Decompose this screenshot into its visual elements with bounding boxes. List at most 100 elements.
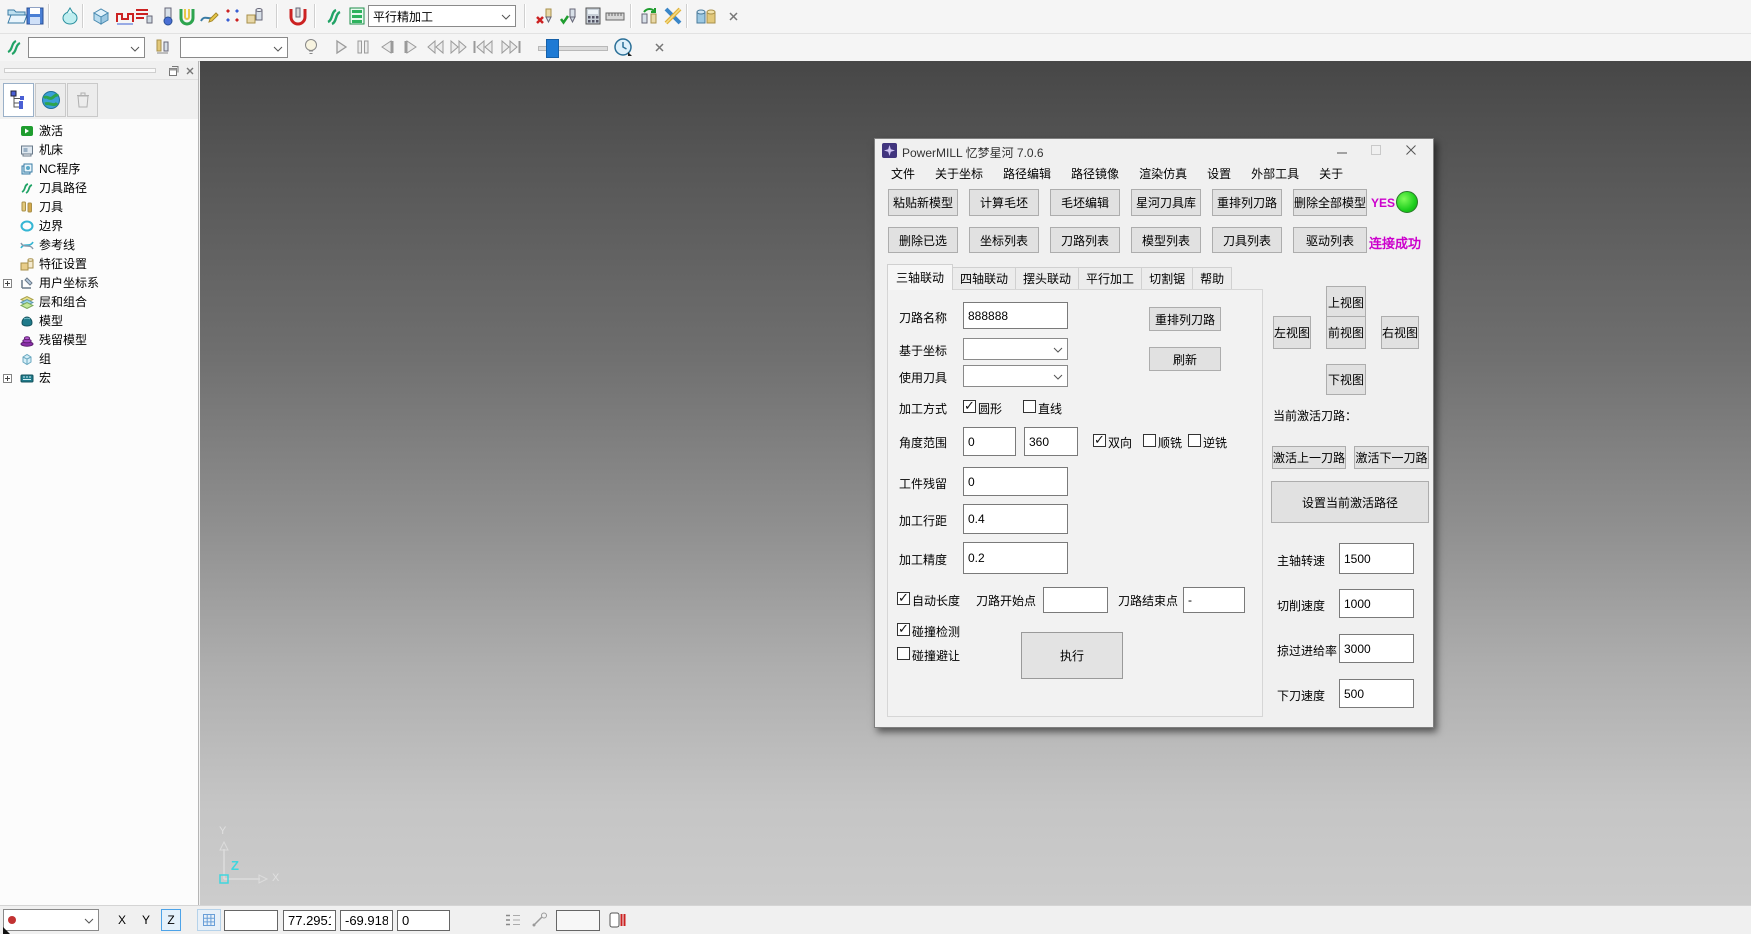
cutting-speed-input[interactable] (1339, 589, 1414, 618)
maximize-icon[interactable] (1359, 139, 1393, 162)
paste-model-button[interactable]: 粘贴新模型 (888, 189, 958, 216)
speed-slider-handle[interactable] (546, 39, 559, 58)
go-to-start-icon[interactable] (470, 36, 496, 58)
tab-recycle-bin[interactable] (67, 83, 98, 117)
search-forward-icon[interactable] (448, 36, 470, 58)
menu-render-sim[interactable]: 渲染仿真 (1129, 165, 1197, 182)
tab-parallel[interactable]: 平行加工 (1078, 267, 1142, 290)
tab-help[interactable]: 帮助 (1192, 267, 1232, 290)
tree-item-nc-program[interactable]: NC程序 (0, 159, 198, 178)
menu-path-edit[interactable]: 路径编辑 (993, 165, 1061, 182)
go-to-end-icon[interactable] (498, 36, 524, 58)
coord-list-button[interactable]: 坐标列表 (969, 227, 1039, 253)
menu-coords[interactable]: 关于坐标 (925, 165, 993, 182)
model-block-icon[interactable] (88, 3, 114, 29)
axis-y-button[interactable]: Y (137, 909, 155, 931)
expand-plus-icon[interactable] (3, 372, 12, 381)
lightbulb-icon[interactable] (300, 36, 322, 58)
explorer-panel-header[interactable] (0, 61, 198, 80)
tool-list-button[interactable]: 刀具列表 (1212, 227, 1282, 253)
strategy-combobox[interactable]: 平行精加工 (368, 5, 516, 27)
tree-item-machine[interactable]: 机床 (0, 140, 198, 159)
step-back-icon[interactable] (376, 36, 398, 58)
toolpath-edit-icon[interactable] (131, 3, 157, 29)
rearrange-toolpath-button[interactable]: 重排列刀路 (1212, 189, 1282, 216)
toolpath-deactivate-icon[interactable] (532, 3, 558, 29)
toolbar-close-icon[interactable] (724, 3, 742, 29)
toolpath-list-button[interactable]: 刀路列表 (1050, 227, 1120, 253)
use-tool-combobox[interactable] (963, 365, 1068, 387)
rearrange-button[interactable]: 重排列刀路 (1149, 307, 1221, 331)
statusbar-combobox[interactable] (3, 909, 99, 931)
toolpath-spring-icon[interactable] (4, 36, 26, 58)
cursor-z-field[interactable] (397, 910, 450, 931)
drive-list-button[interactable]: 驱动列表 (1293, 227, 1367, 253)
tree-item-patterns[interactable]: 参考线 (0, 235, 198, 254)
delete-selected-button[interactable]: 删除已选 (888, 227, 958, 253)
cursor-y-field[interactable] (340, 910, 393, 931)
menu-settings[interactable]: 设置 (1197, 165, 1241, 182)
tab-4axis[interactable]: 四轴联动 (952, 267, 1016, 290)
calc-stock-button[interactable]: 计算毛坯 (969, 189, 1039, 216)
tree-item-activate[interactable]: 激活 (0, 121, 198, 140)
save-project-icon[interactable] (22, 3, 48, 29)
collision-check-icon[interactable] (285, 3, 311, 29)
tree-item-stock-models[interactable]: 残留模型 (0, 330, 198, 349)
play-icon[interactable] (330, 36, 352, 58)
line-checkbox[interactable] (1023, 400, 1036, 413)
collision-check-checkbox[interactable] (897, 623, 910, 636)
dialog-titlebar[interactable]: PowerMILL 忆梦星河 7.0.6 (875, 139, 1433, 162)
circle-checkbox[interactable] (963, 400, 976, 413)
tree-item-macros[interactable]: 宏 (0, 368, 198, 387)
activate-prev-button[interactable]: 激活上一刀路 (1272, 446, 1346, 469)
tool-library-button[interactable]: 星河刀具库 (1131, 189, 1201, 216)
refresh-button[interactable]: 刷新 (1149, 347, 1221, 371)
view-top-button[interactable]: 上视图 (1326, 286, 1366, 319)
resize-grip[interactable] (3, 927, 10, 934)
panel-drag-grip[interactable] (4, 68, 156, 73)
tab-tilt-head[interactable]: 摆头联动 (1015, 267, 1079, 290)
axis-x-button[interactable]: X (113, 909, 131, 931)
tree-item-levels[interactable]: 层和组合 (0, 292, 198, 311)
tab-saw[interactable]: 切割锯 (1141, 267, 1193, 290)
expand-plus-icon[interactable] (3, 277, 12, 286)
sim-toolpath-combobox[interactable] (28, 37, 145, 58)
cursor-x-field[interactable] (283, 910, 336, 931)
tab-3axis[interactable]: 三轴联动 (887, 264, 953, 290)
conventional-checkbox[interactable] (1188, 434, 1201, 447)
set-active-path-button[interactable]: 设置当前激活路径 (1271, 481, 1429, 523)
tree-item-boundaries[interactable]: 边界 (0, 216, 198, 235)
statusbar-extra-field[interactable] (556, 910, 600, 931)
search-back-icon[interactable] (424, 36, 446, 58)
tree-item-groups[interactable]: 组 (0, 349, 198, 368)
tolerance-input[interactable] (963, 542, 1068, 574)
model-compare-icon[interactable] (692, 3, 722, 29)
tree-item-workplanes[interactable]: 用户坐标系 (0, 273, 198, 292)
menu-external-tools[interactable]: 外部工具 (1241, 165, 1309, 182)
menu-file[interactable]: 文件 (881, 165, 925, 182)
execute-button[interactable]: 执行 (1021, 632, 1123, 679)
tree-item-tools[interactable]: 刀具 (0, 197, 198, 216)
feature-set-icon[interactable] (242, 3, 268, 29)
view-front-button[interactable]: 前视图 (1326, 316, 1366, 349)
plunge-speed-input[interactable] (1339, 679, 1414, 708)
activate-next-button[interactable]: 激活下一刀路 (1354, 446, 1429, 469)
model-pause-icon[interactable] (606, 909, 628, 931)
strategy-list-icon[interactable] (344, 3, 370, 29)
stepover-input[interactable] (963, 504, 1068, 534)
create-block-icon[interactable] (57, 3, 83, 29)
clock-icon[interactable] (612, 36, 634, 58)
model-list-button[interactable]: 模型列表 (1131, 227, 1201, 253)
delete-all-models-button[interactable]: 删除全部模型 (1293, 189, 1367, 216)
menu-about[interactable]: 关于 (1309, 165, 1353, 182)
end-point-input[interactable] (1183, 587, 1245, 613)
sim-tool-combobox[interactable] (180, 37, 288, 58)
tab-explorer-tree[interactable] (3, 83, 34, 117)
tree-item-models[interactable]: 模型 (0, 311, 198, 330)
coord-list-icon[interactable] (503, 909, 523, 931)
panel-float-icon[interactable] (167, 64, 180, 77)
grid-toggle-icon[interactable] (197, 909, 221, 931)
toolbar-close-icon[interactable] (650, 36, 668, 58)
menu-path-mirror[interactable]: 路径镜像 (1061, 165, 1129, 182)
minimize-icon[interactable] (1325, 139, 1359, 162)
